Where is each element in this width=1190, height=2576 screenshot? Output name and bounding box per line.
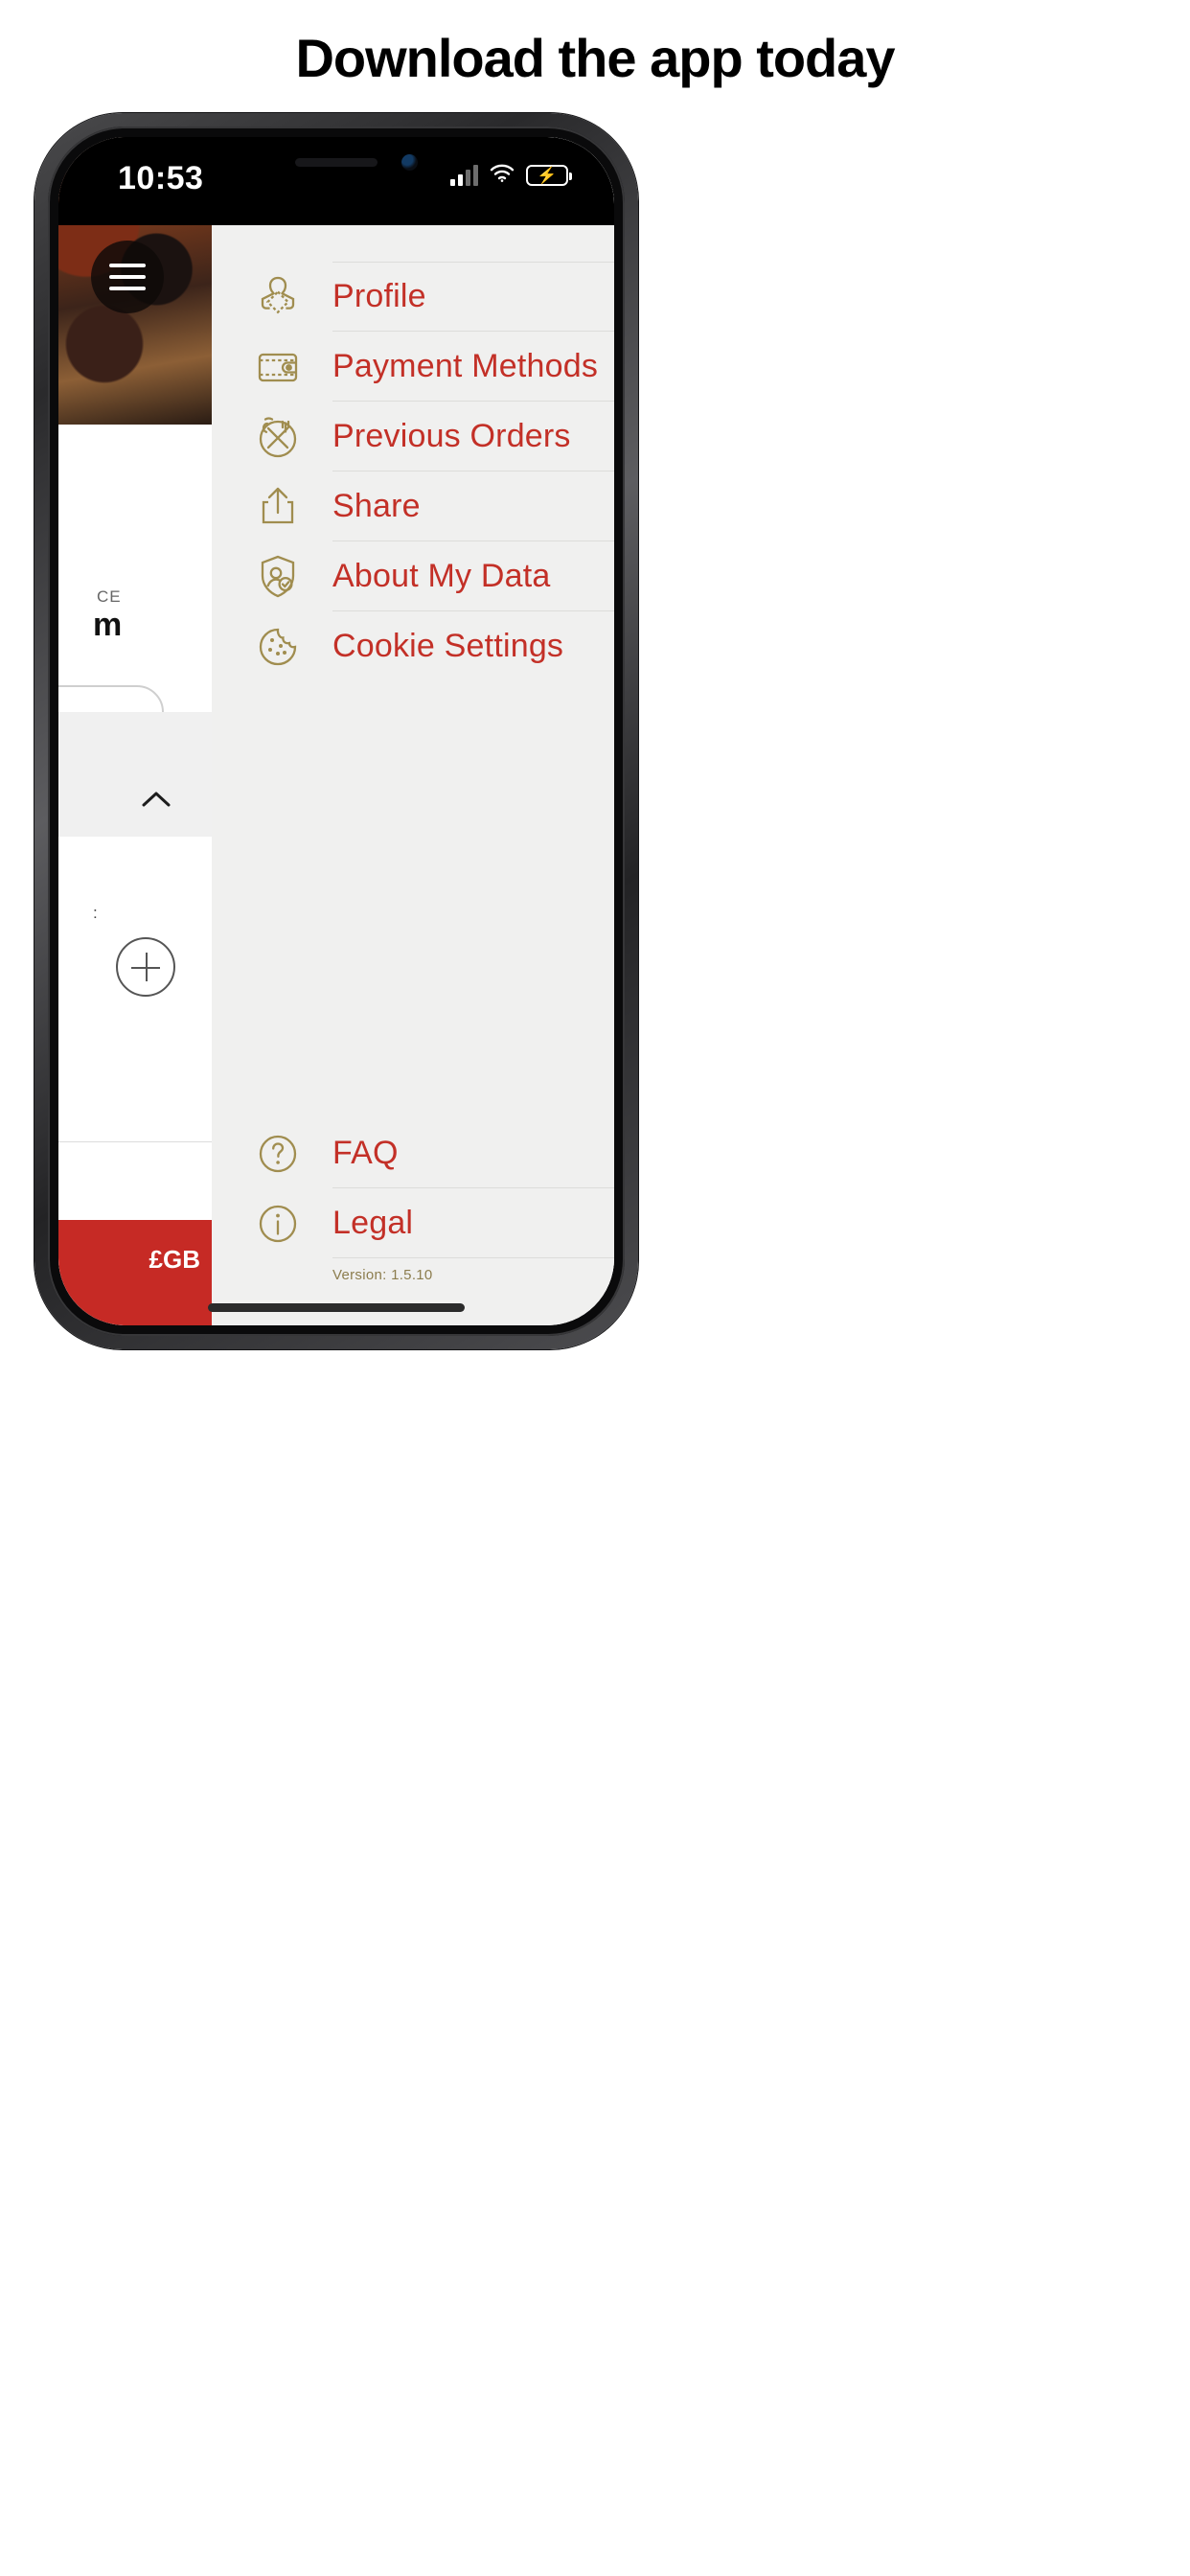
chevron-up-icon[interactable] bbox=[135, 779, 177, 821]
menu-item-payment-methods[interactable]: Payment Methods bbox=[212, 332, 614, 402]
app-version-label: Version: 1.5.10 bbox=[332, 1267, 433, 1283]
menu-item-faq[interactable]: FAQ bbox=[212, 1118, 614, 1188]
menu-item-share[interactable]: Share bbox=[212, 472, 614, 541]
cellular-signal-icon bbox=[450, 164, 478, 186]
wifi-icon bbox=[489, 162, 515, 188]
menu-divider-top bbox=[332, 262, 614, 263]
phone-bezel: CE m : £GB Profile Payment Methods Previ… bbox=[48, 126, 625, 1336]
drawer-secondary-menu: FAQ Legal Version: 1.5.10 bbox=[212, 1118, 614, 1283]
currency-badge-label: £GB bbox=[149, 1245, 200, 1274]
background-divider bbox=[58, 1141, 212, 1142]
phone-screen: CE m : £GB Profile Payment Methods Previ… bbox=[58, 137, 614, 1325]
menu-item-previous-orders[interactable]: Previous Orders bbox=[212, 402, 614, 472]
cookie-icon bbox=[244, 620, 311, 674]
menu-item-label: Share bbox=[332, 488, 421, 524]
battery-charging-icon: ⚡ bbox=[526, 164, 572, 186]
front-camera bbox=[401, 154, 418, 171]
menu-hamburger-button[interactable] bbox=[91, 241, 164, 313]
menu-item-label: Previous Orders bbox=[332, 418, 571, 454]
menu-item-profile[interactable]: Profile bbox=[212, 262, 614, 332]
plus-circle-icon[interactable] bbox=[116, 937, 175, 997]
share-icon bbox=[244, 480, 311, 534]
profile-icon bbox=[244, 270, 311, 324]
background-dots-label: : bbox=[93, 904, 100, 922]
charging-bolt-glyph: ⚡ bbox=[537, 166, 558, 184]
cutlery-history-icon bbox=[244, 410, 311, 464]
menu-item-label: Profile bbox=[332, 278, 426, 314]
hamburger-line bbox=[109, 275, 146, 279]
drawer-primary-menu: Profile Payment Methods Previous Orders … bbox=[212, 262, 614, 681]
background-section-label: CE bbox=[97, 587, 122, 606]
status-bar: 10:53 ⚡ bbox=[58, 137, 614, 225]
menu-item-cookie-settings[interactable]: Cookie Settings bbox=[212, 611, 614, 681]
data-privacy-icon bbox=[244, 550, 311, 604]
background-card-one bbox=[58, 425, 212, 702]
earpiece-speaker bbox=[295, 158, 378, 167]
menu-item-label: Payment Methods bbox=[332, 348, 599, 384]
status-bar-indicators: ⚡ bbox=[450, 162, 572, 188]
phone-device-frame: CE m : £GB Profile Payment Methods Previ… bbox=[34, 113, 638, 1349]
menu-item-label: Cookie Settings bbox=[332, 628, 564, 664]
hamburger-line bbox=[109, 287, 146, 290]
side-drawer-panel: Profile Payment Methods Previous Orders … bbox=[212, 137, 614, 1325]
menu-item-label: FAQ bbox=[332, 1135, 399, 1171]
menu-item-legal[interactable]: Legal bbox=[212, 1188, 614, 1258]
wallet-icon bbox=[244, 340, 311, 394]
notch bbox=[193, 137, 480, 195]
menu-item-label: Legal bbox=[332, 1205, 414, 1241]
background-price: m bbox=[93, 607, 123, 643]
menu-item-about-my-data[interactable]: About My Data bbox=[212, 541, 614, 611]
page-title: Download the app today bbox=[295, 28, 895, 88]
menu-divider bbox=[332, 1257, 614, 1258]
menu-item-label: About My Data bbox=[332, 558, 551, 594]
hamburger-line bbox=[109, 264, 146, 267]
currency-badge: £GB bbox=[58, 1220, 212, 1325]
status-bar-time: 10:53 bbox=[118, 160, 204, 196]
question-circle-icon bbox=[244, 1127, 311, 1181]
info-circle-icon bbox=[244, 1197, 311, 1251]
home-indicator[interactable] bbox=[208, 1303, 465, 1312]
